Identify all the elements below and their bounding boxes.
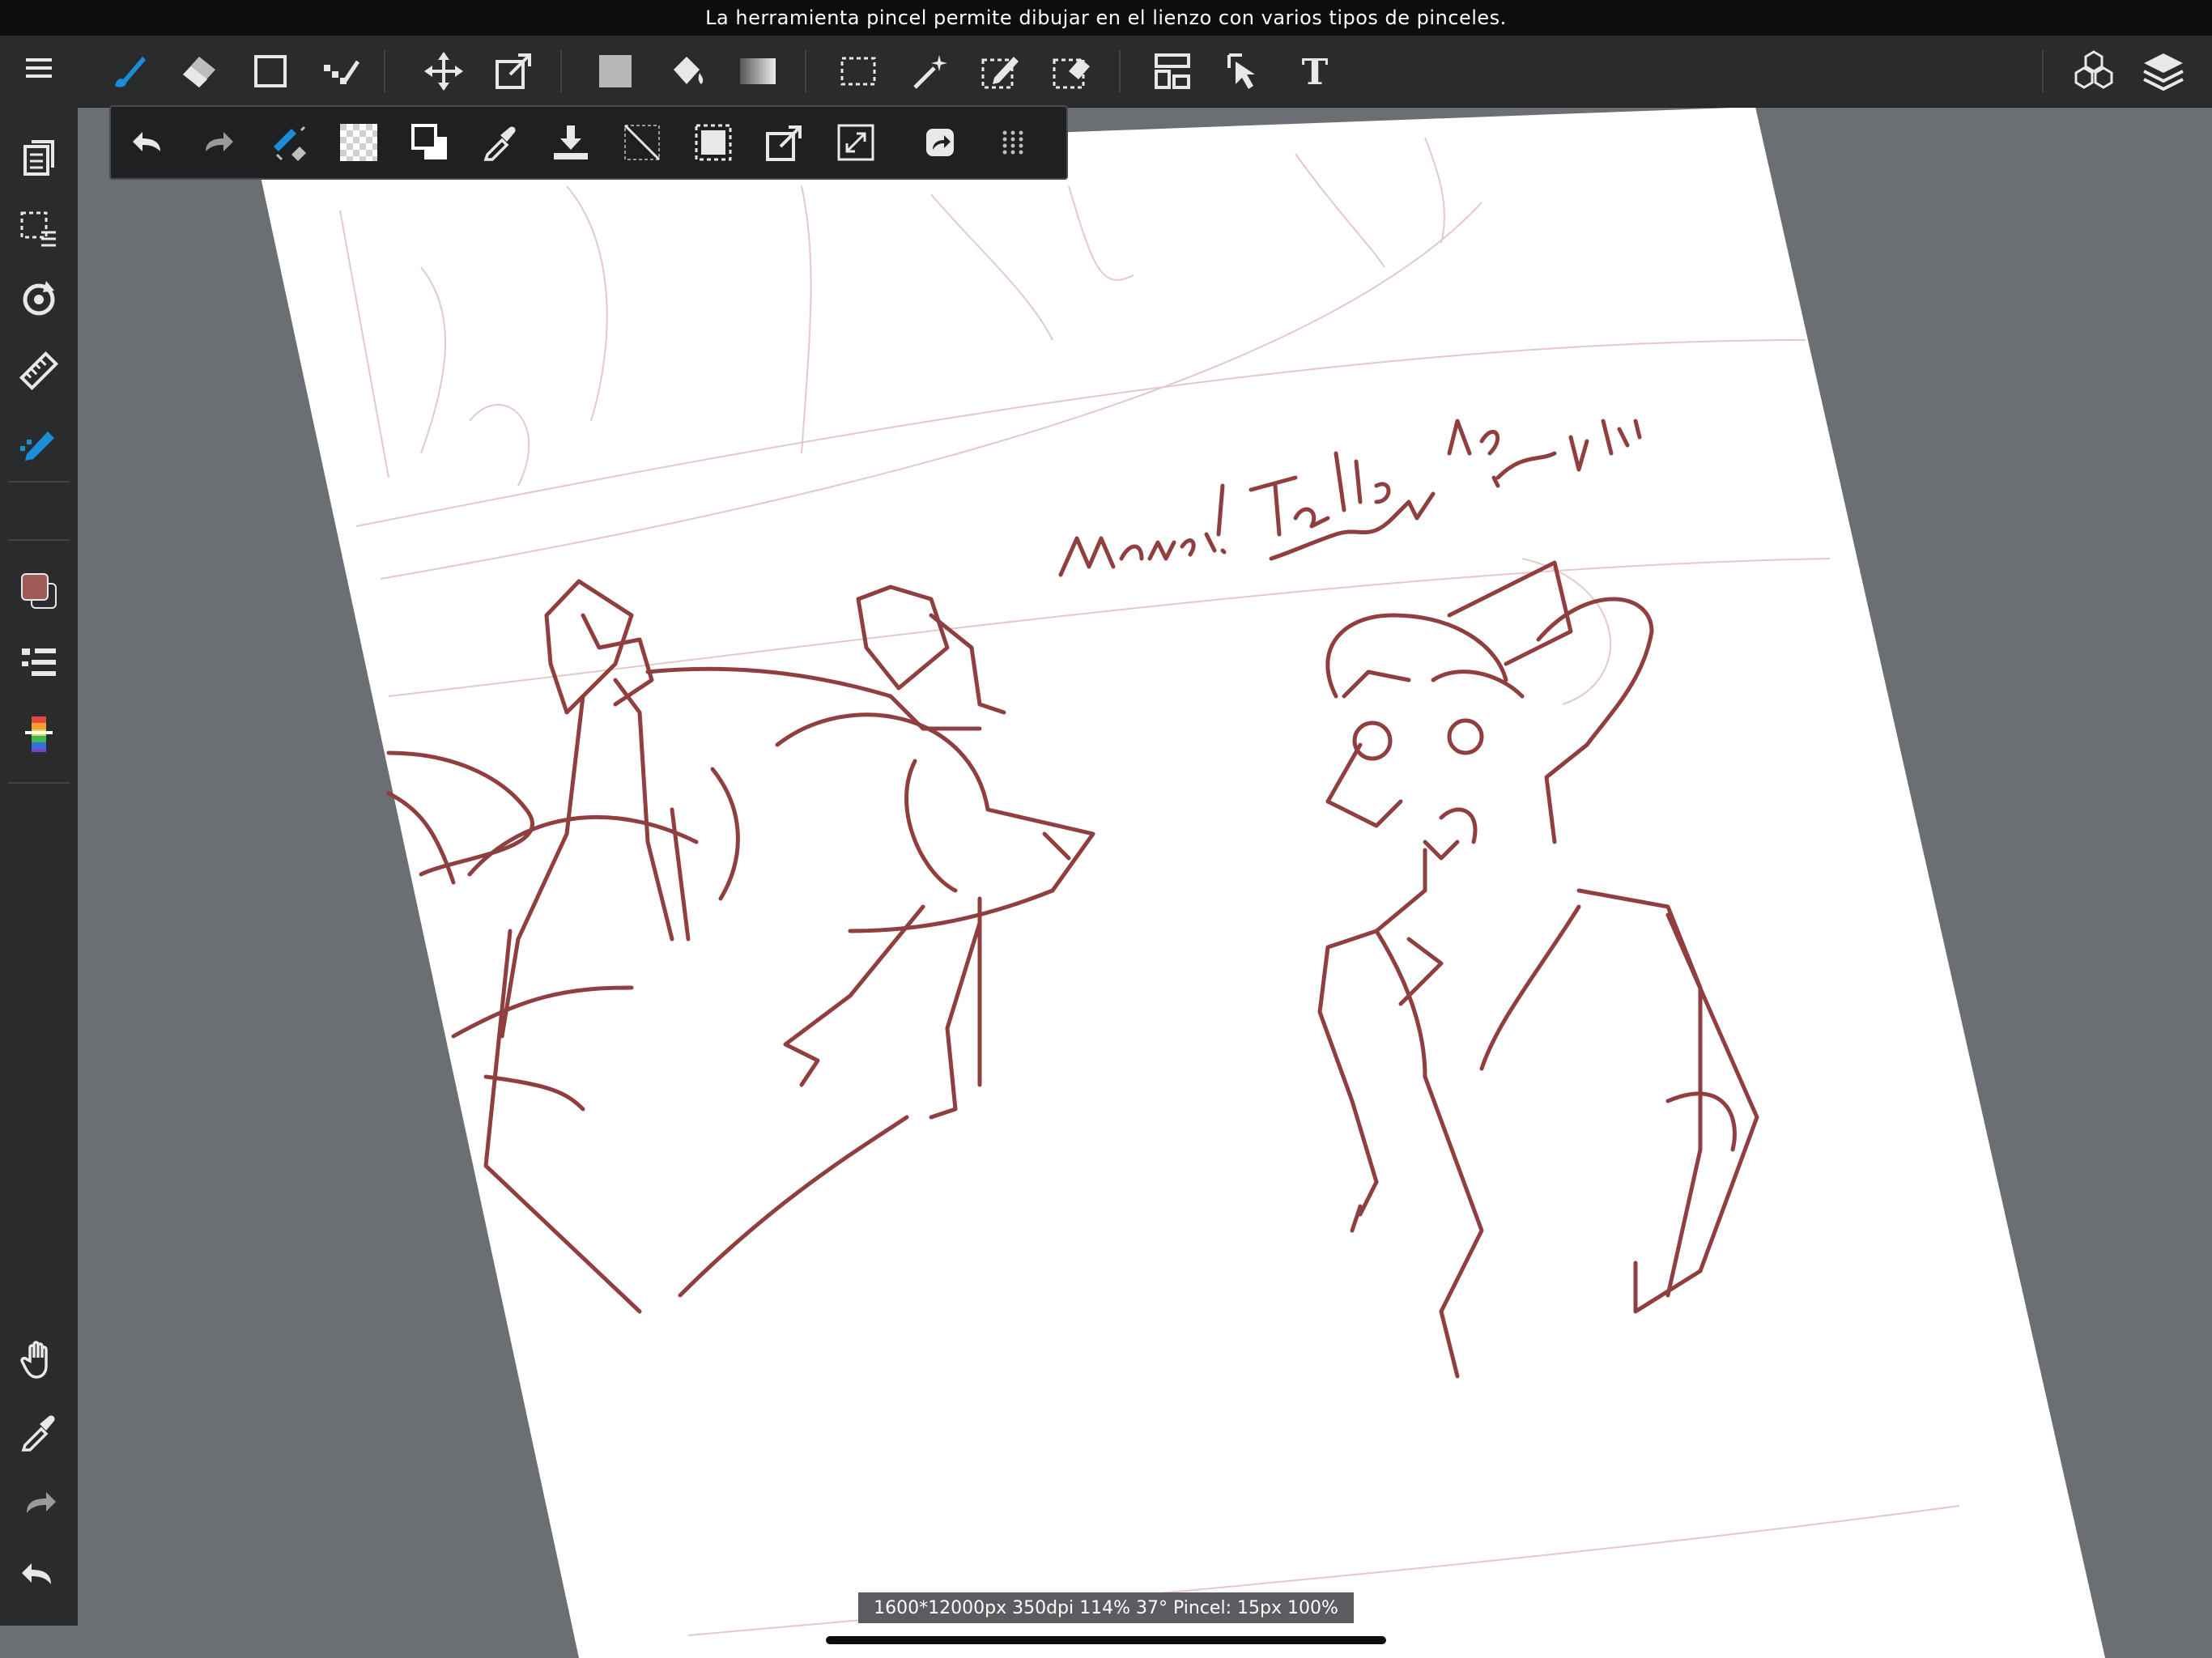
canvas-svg[interactable] bbox=[0, 107, 2212, 1658]
share-icon[interactable] bbox=[914, 117, 966, 168]
redo-icon[interactable] bbox=[6, 1470, 71, 1535]
transform-icon[interactable] bbox=[487, 45, 539, 97]
menu-icon[interactable] bbox=[6, 36, 71, 100]
fill-color-icon[interactable] bbox=[589, 45, 641, 97]
color-icon[interactable] bbox=[6, 559, 71, 623]
grip-icon[interactable] bbox=[987, 117, 1039, 168]
select-pen-icon[interactable] bbox=[975, 45, 1027, 97]
command-bar bbox=[109, 105, 1068, 180]
clear-icon[interactable] bbox=[616, 117, 668, 168]
ruler-icon[interactable] bbox=[6, 338, 71, 403]
home-indicator[interactable] bbox=[826, 1636, 1386, 1644]
sidebar-separator bbox=[8, 782, 70, 784]
select-all-icon[interactable] bbox=[687, 117, 739, 168]
undo-icon[interactable] bbox=[6, 1541, 71, 1606]
brush-icon[interactable] bbox=[104, 45, 155, 97]
toolbar-separator bbox=[805, 50, 806, 92]
frame-divide-icon[interactable] bbox=[1146, 45, 1198, 97]
tool-hint-bar: La herramienta pincel permite dibujar en… bbox=[0, 0, 2212, 36]
canvas-status-text: 1600*12000px 350dpi 114% 37° Pincel: 15p… bbox=[874, 1597, 1338, 1618]
transparent-icon[interactable] bbox=[333, 117, 385, 168]
materials-icon[interactable] bbox=[2068, 45, 2120, 97]
sidebar-separator bbox=[8, 481, 70, 483]
sidebar-separator bbox=[8, 539, 70, 541]
primary-color-swatch bbox=[21, 573, 49, 601]
swap-colors-icon[interactable] bbox=[404, 117, 456, 168]
transform-icon[interactable] bbox=[759, 117, 810, 168]
selection-menu-icon[interactable] bbox=[6, 196, 71, 261]
rotate-icon[interactable] bbox=[6, 267, 71, 332]
snap-pen-icon[interactable] bbox=[6, 410, 71, 474]
main-toolbar: T bbox=[0, 36, 2212, 108]
fullscreen-icon[interactable] bbox=[830, 117, 882, 168]
move-icon[interactable] bbox=[418, 45, 470, 97]
canvas-area[interactable] bbox=[0, 107, 2212, 1658]
eyedropper-icon[interactable] bbox=[475, 117, 527, 168]
pages-icon[interactable] bbox=[6, 125, 71, 189]
toolbar-separator bbox=[560, 50, 562, 92]
eyedropper-icon[interactable] bbox=[6, 1399, 71, 1464]
toolbar-separator bbox=[1119, 50, 1121, 92]
svg-text:T: T bbox=[1302, 52, 1329, 92]
gradient-icon[interactable] bbox=[732, 45, 784, 97]
tool-hint-text: La herramienta pincel permite dibujar en… bbox=[705, 6, 1507, 29]
shape-icon[interactable] bbox=[245, 45, 296, 97]
color-correct-icon[interactable] bbox=[263, 117, 315, 168]
layers-icon[interactable] bbox=[2138, 45, 2189, 97]
dot-line-icon[interactable] bbox=[316, 45, 368, 97]
undo-icon[interactable] bbox=[122, 117, 174, 168]
bucket-icon[interactable] bbox=[661, 45, 713, 97]
eraser-icon[interactable] bbox=[173, 45, 225, 97]
magic-wand-icon[interactable] bbox=[904, 45, 955, 97]
redo-icon[interactable] bbox=[192, 117, 244, 168]
select-layer-icon[interactable] bbox=[1218, 45, 1270, 97]
download-icon[interactable] bbox=[545, 117, 597, 168]
brush-list-icon[interactable] bbox=[6, 630, 71, 695]
select-rect-icon[interactable] bbox=[832, 45, 884, 97]
text-icon[interactable]: T bbox=[1289, 45, 1341, 97]
color-palette-icon[interactable] bbox=[6, 701, 71, 766]
canvas-status: 1600*12000px 350dpi 114% 37° Pincel: 15p… bbox=[858, 1592, 1354, 1623]
toolbar-separator bbox=[384, 50, 385, 92]
toolbar-separator bbox=[2042, 50, 2044, 92]
paper bbox=[257, 107, 2105, 1658]
left-sidebar bbox=[0, 107, 78, 1626]
select-eraser-icon[interactable] bbox=[1046, 45, 1098, 97]
hand-icon[interactable] bbox=[6, 1328, 71, 1392]
